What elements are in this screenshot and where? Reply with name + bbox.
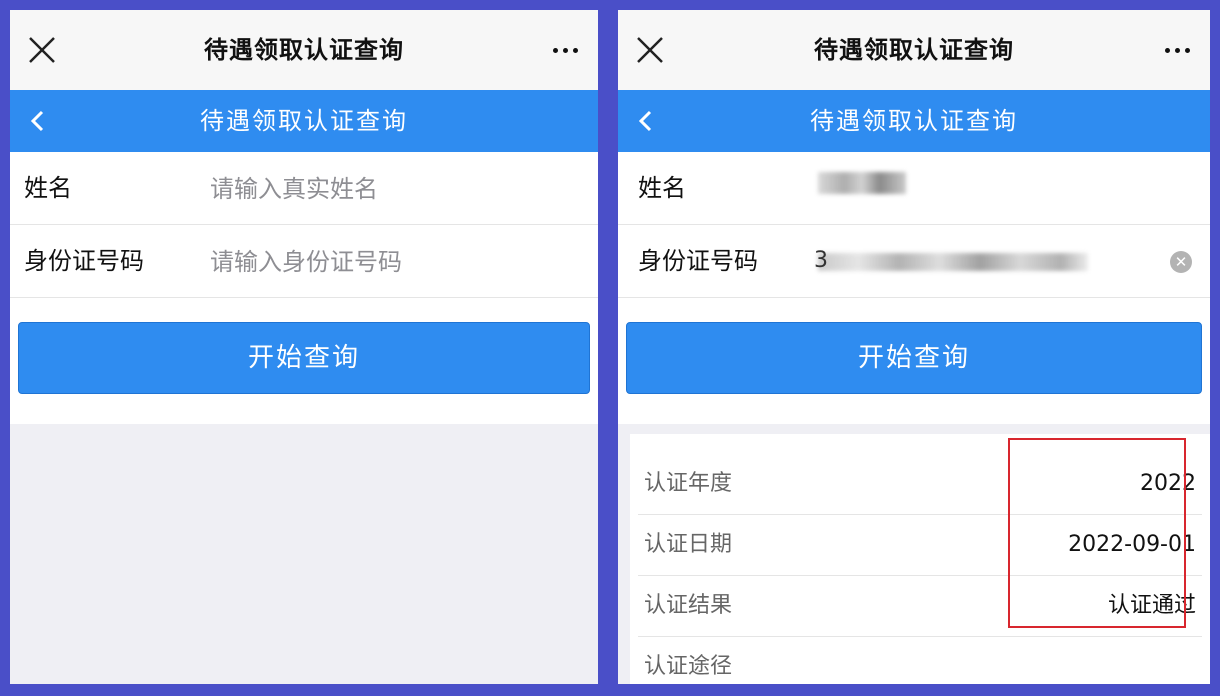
id-label: 身份证号码 bbox=[24, 247, 144, 275]
highlight-box bbox=[1008, 438, 1186, 628]
name-label: 姓名 bbox=[638, 174, 686, 202]
id-row: 身份证号码 bbox=[10, 225, 598, 299]
id-label: 身份证号码 bbox=[638, 247, 758, 275]
result-label: 认证途径 bbox=[644, 654, 733, 679]
query-button[interactable]: 开始查询 bbox=[626, 322, 1202, 394]
query-form: 姓名 身份证号码 bbox=[10, 152, 598, 299]
id-prefix: 3 bbox=[814, 248, 828, 273]
id-input[interactable] bbox=[208, 225, 572, 299]
name-row: 姓名 bbox=[618, 152, 1210, 225]
more-icon[interactable] bbox=[1165, 48, 1190, 53]
right-screen: 待遇领取认证查询 待遇领取认证查询 姓名 身份证号码 3 ✕ 开始查询 认证年度… bbox=[618, 10, 1210, 684]
topbar: 待遇领取认证查询 bbox=[618, 10, 1210, 90]
query-form: 姓名 身份证号码 3 ✕ bbox=[618, 152, 1210, 298]
topbar-title: 待遇领取认证查询 bbox=[204, 36, 404, 64]
result-label: 认证结果 bbox=[644, 593, 733, 618]
button-area: 开始查询 bbox=[10, 298, 598, 424]
result-label: 认证年度 bbox=[644, 471, 733, 496]
header-title: 待遇领取认证查询 bbox=[200, 107, 408, 135]
name-value-blurred[interactable] bbox=[818, 172, 906, 194]
result-label: 认证日期 bbox=[644, 532, 733, 557]
header-bar: 待遇领取认证查询 bbox=[618, 90, 1210, 152]
topbar: 待遇领取认证查询 bbox=[10, 10, 598, 90]
query-button[interactable]: 开始查询 bbox=[18, 322, 590, 394]
left-screen: 待遇领取认证查询 待遇领取认证查询 姓名 身份证号码 开始查询 bbox=[10, 10, 598, 684]
name-row: 姓名 bbox=[10, 152, 598, 226]
name-input[interactable] bbox=[208, 152, 572, 226]
header-bar: 待遇领取认证查询 bbox=[10, 90, 598, 152]
header-title: 待遇领取认证查询 bbox=[810, 107, 1018, 135]
clear-icon[interactable]: ✕ bbox=[1170, 251, 1192, 273]
name-label: 姓名 bbox=[24, 174, 72, 202]
button-area: 开始查询 bbox=[618, 298, 1210, 424]
id-row: 身份证号码 3 ✕ bbox=[618, 225, 1210, 298]
more-icon[interactable] bbox=[553, 48, 578, 53]
result-row-channel: 认证途径 bbox=[638, 637, 1202, 684]
topbar-title: 待遇领取认证查询 bbox=[814, 36, 1014, 64]
id-value-blurred[interactable] bbox=[818, 253, 1088, 271]
